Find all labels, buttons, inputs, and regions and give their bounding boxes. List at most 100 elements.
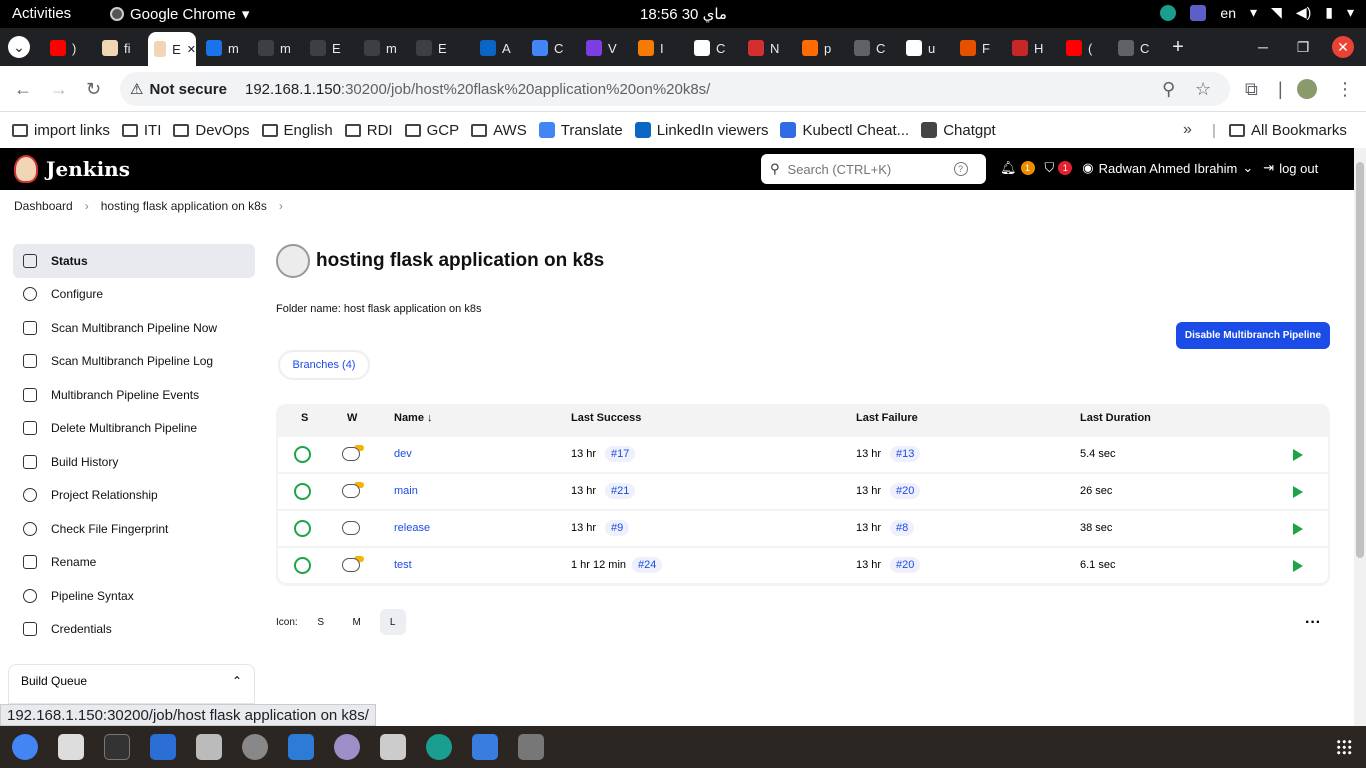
browser-tab[interactable]: I: [632, 34, 678, 62]
schedule-build-icon[interactable]: [1293, 523, 1303, 535]
bookmark-item[interactable]: Translate: [538, 122, 623, 139]
browser-tab[interactable]: E ✕: [148, 32, 196, 66]
bookmark-item[interactable]: LinkedIn viewers: [634, 122, 768, 139]
chevron-up-icon[interactable]: ⌃: [232, 674, 242, 694]
notifications-button[interactable]: 🔔︎ 1: [1000, 160, 1035, 176]
dock-writer-icon[interactable]: [150, 734, 176, 760]
bookmark-item[interactable]: English: [261, 122, 333, 139]
side-item-configure[interactable]: Configure: [13, 278, 255, 312]
app-indicator-icon[interactable]: [1160, 4, 1177, 21]
breadcrumb-current[interactable]: hosting flask application on k8s: [101, 199, 267, 213]
minimize-button[interactable]: ─: [1252, 36, 1274, 58]
chevron-right-icon[interactable]: ›: [279, 199, 283, 213]
status-success-icon[interactable]: [294, 483, 311, 500]
extensions-icon[interactable]: ⧉: [1245, 79, 1258, 100]
bookmark-item[interactable]: AWS: [471, 122, 527, 139]
activities-button[interactable]: Activities: [12, 5, 71, 22]
url-text[interactable]: 192.168.1.150:30200/job/host%20flask%20a…: [245, 81, 710, 98]
dock-vscode-icon[interactable]: [288, 734, 314, 760]
browser-tab[interactable]: m: [200, 34, 246, 62]
browser-tab[interactable]: u: [900, 34, 946, 62]
security-indicator[interactable]: ⚠ Not secure: [130, 80, 227, 99]
column-header-name[interactable]: Name ↓: [394, 412, 433, 424]
branch-name-link[interactable]: main: [394, 485, 418, 497]
last-failure-build-link[interactable]: #8: [890, 520, 915, 536]
last-failure-build-link[interactable]: #13: [890, 446, 921, 462]
side-item-credentials[interactable]: Credentials: [13, 613, 255, 647]
last-success-build-link[interactable]: #21: [605, 483, 636, 499]
app-menu[interactable]: Google Chrome ▾: [110, 5, 249, 23]
disable-pipeline-button[interactable]: Disable Multibranch Pipeline: [1176, 322, 1330, 349]
bookmark-item[interactable]: DevOps: [173, 122, 250, 139]
bookmark-item[interactable]: RDI: [344, 122, 393, 139]
user-menu[interactable]: ◉ Radwan Ahmed Ibrahim ⌄: [1082, 160, 1253, 176]
language-indicator[interactable]: en: [1220, 5, 1236, 21]
browser-tab[interactable]: C: [1112, 34, 1158, 62]
browser-tab[interactable]: C: [688, 34, 734, 62]
more-bookmarks-icon[interactable]: »: [1183, 121, 1192, 139]
breadcrumb-dashboard[interactable]: Dashboard: [14, 199, 73, 213]
last-failure-build-link[interactable]: #20: [890, 557, 921, 573]
side-item-pipeline-syntax[interactable]: Pipeline Syntax: [13, 579, 255, 613]
side-item-check-file-fingerprint[interactable]: Check File Fingerprint: [13, 512, 255, 546]
back-button[interactable]: ←: [14, 79, 32, 100]
tab-branches[interactable]: Branches (4): [278, 350, 370, 380]
branch-name-link[interactable]: test: [394, 559, 412, 571]
dock-settings-icon[interactable]: [242, 734, 268, 760]
last-success-build-link[interactable]: #24: [632, 557, 663, 573]
zoom-icon[interactable]: ⚲: [1162, 79, 1175, 100]
browser-tab[interactable]: H: [1006, 34, 1052, 62]
schedule-build-icon[interactable]: [1293, 449, 1303, 461]
status-success-icon[interactable]: [294, 520, 311, 537]
column-header-last-failure[interactable]: Last Failure: [856, 412, 918, 424]
last-success-build-link[interactable]: #17: [605, 446, 636, 462]
column-header-weather[interactable]: W: [347, 412, 357, 424]
browser-tab[interactable]: m: [358, 34, 404, 62]
browser-tab[interactable]: E: [304, 34, 350, 62]
side-item-scan-multibranch-pipeline-log[interactable]: Scan Multibranch Pipeline Log: [13, 345, 255, 379]
weather-rain-icon[interactable]: [342, 521, 360, 535]
bookmark-item[interactable]: import links: [12, 122, 110, 139]
security-button[interactable]: ⛉ 1: [1045, 160, 1073, 176]
side-item-multibranch-pipeline-events[interactable]: Multibranch Pipeline Events: [13, 378, 255, 412]
browser-tab[interactable]: F: [954, 34, 1000, 62]
forward-button[interactable]: →: [50, 79, 68, 100]
new-tab-button[interactable]: +: [1167, 36, 1189, 58]
address-bar[interactable]: ⚠ Not secure 192.168.1.150:30200/job/hos…: [120, 72, 1230, 106]
dock-app-icon[interactable]: [426, 734, 452, 760]
jenkins-logo[interactable]: Jenkins: [14, 155, 130, 183]
menu-kebab-icon[interactable]: ⋮: [1336, 79, 1354, 100]
branch-name-link[interactable]: dev: [394, 448, 412, 460]
side-item-delete-multibranch-pipeline[interactable]: Delete Multibranch Pipeline: [13, 412, 255, 446]
bookmark-star-icon[interactable]: ☆: [1195, 79, 1211, 100]
side-item-build-history[interactable]: Build History: [13, 445, 255, 479]
side-item-project-relationship[interactable]: Project Relationship: [13, 479, 255, 513]
side-item-status[interactable]: Status: [13, 244, 255, 278]
bookmark-item[interactable]: Kubectl Cheat...: [780, 122, 909, 139]
logout-link[interactable]: ⇥ log out: [1263, 160, 1318, 176]
browser-tab[interactable]: (: [1060, 34, 1106, 62]
dock-clipboard-icon[interactable]: [196, 734, 222, 760]
more-options-icon[interactable]: ···: [1305, 614, 1321, 632]
weather-sunny-cloud-icon[interactable]: [342, 447, 360, 461]
schedule-build-icon[interactable]: [1293, 486, 1303, 498]
column-header-status[interactable]: S: [301, 412, 308, 424]
icon-size-s[interactable]: S: [308, 609, 334, 635]
browser-tab[interactable]: fi: [96, 34, 142, 62]
last-success-build-link[interactable]: #9: [605, 520, 630, 536]
weather-sunny-cloud-icon[interactable]: [342, 558, 360, 572]
clock[interactable]: ماي 30 18:56: [640, 5, 727, 23]
browser-tab[interactable]: N: [742, 34, 788, 62]
tab-search-button[interactable]: ⌄: [8, 36, 30, 58]
column-header-last-success[interactable]: Last Success: [571, 412, 641, 424]
system-tray[interactable]: en ▾ ◥ ◀) ▮ ▾: [1160, 4, 1354, 21]
status-success-icon[interactable]: [294, 446, 311, 463]
browser-tab[interactable]: C: [526, 34, 572, 62]
dock-editor-icon[interactable]: [472, 734, 498, 760]
side-item-scan-multibranch-pipeline-now[interactable]: Scan Multibranch Pipeline Now: [13, 311, 255, 345]
dock-terminal-icon[interactable]: [104, 734, 130, 760]
bookmark-item[interactable]: GCP: [404, 122, 459, 139]
schedule-build-icon[interactable]: [1293, 560, 1303, 572]
help-icon[interactable]: ?: [953, 162, 968, 176]
all-bookmarks[interactable]: All Bookmarks: [1229, 122, 1347, 139]
